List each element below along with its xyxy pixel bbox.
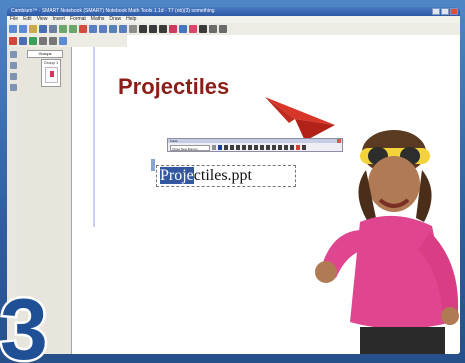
fill-icon[interactable] [209, 25, 217, 33]
menu-insert[interactable]: Insert [52, 16, 65, 23]
open-icon[interactable] [29, 25, 37, 33]
text-cursor-marker [151, 159, 155, 171]
whiteboard-page[interactable]: Projectiles Fonts Times New Roman Projec… [95, 47, 460, 354]
superscript-icon[interactable] [284, 145, 288, 150]
highlighter-icon[interactable] [179, 25, 187, 33]
unselected-text[interactable]: ctiles.ppt [194, 167, 252, 184]
print-icon[interactable] [49, 25, 57, 33]
maximize-button[interactable] [441, 8, 449, 15]
window-titlebar: Cambium™ · SMART Notebook (SMART) Notebo… [7, 7, 460, 16]
text-object[interactable]: Projectiles.ppt [156, 165, 296, 187]
link-icon[interactable] [59, 37, 67, 45]
save-icon[interactable] [39, 25, 47, 33]
application-window: Cambium™ · SMART Notebook (SMART) Notebo… [7, 7, 460, 354]
menu-bar: File Edit View Insert Format Maths Draw … [7, 16, 460, 23]
marker-green-icon[interactable] [29, 37, 37, 45]
redo-icon[interactable] [69, 25, 77, 33]
marker-blue-icon[interactable] [19, 37, 27, 45]
pen-icon[interactable] [139, 25, 147, 33]
close-button[interactable] [450, 8, 458, 15]
table-icon[interactable] [119, 25, 127, 33]
page-sorter-tab-icon[interactable] [9, 51, 17, 58]
slide-heading[interactable]: Projectiles [118, 74, 229, 100]
properties-icon[interactable] [219, 25, 227, 33]
screen-icon[interactable] [89, 25, 97, 33]
font-family-select[interactable]: Times New Roman [170, 144, 210, 151]
main-toolbar [7, 23, 460, 35]
marker-red-icon[interactable] [9, 37, 17, 45]
page-thumbnail[interactable] [45, 67, 58, 83]
undo-icon[interactable] [59, 25, 67, 33]
font-toolbar-controls: Times New Roman [170, 144, 306, 151]
camera-icon[interactable] [109, 25, 117, 33]
eraser-icon[interactable] [39, 37, 47, 45]
thumbnail-figure [50, 71, 54, 77]
group-label: Group 1 [43, 60, 59, 65]
gallery-tab-icon[interactable] [9, 62, 17, 69]
menu-format[interactable]: Format [70, 16, 86, 23]
menu-draw[interactable]: Draw [109, 16, 121, 23]
menu-file[interactable]: File [10, 16, 18, 23]
bullets-icon[interactable] [266, 145, 270, 150]
selected-text[interactable]: Proje [160, 167, 194, 184]
window-controls [432, 8, 458, 15]
strikethrough-icon[interactable] [242, 145, 246, 150]
display-icon[interactable] [99, 25, 107, 33]
menu-help[interactable]: Help [126, 16, 136, 23]
menu-view[interactable]: View [37, 16, 48, 23]
forward-icon[interactable] [19, 25, 27, 33]
align-left-icon[interactable] [248, 145, 252, 150]
font-size-icon[interactable] [212, 145, 216, 150]
step-number-badge: 3 [0, 283, 50, 363]
minimize-button[interactable] [432, 8, 440, 15]
back-icon[interactable] [9, 25, 17, 33]
capture-icon[interactable] [49, 37, 57, 45]
step-number: 3 [0, 283, 48, 363]
page-group[interactable]: Group 1 [41, 59, 61, 87]
secondary-toolbar [7, 35, 127, 47]
attachments-tab-icon[interactable] [9, 73, 17, 80]
cursor-icon[interactable] [129, 25, 137, 33]
line-icon[interactable] [159, 25, 167, 33]
align-right-icon[interactable] [260, 145, 264, 150]
outdent-icon[interactable] [278, 145, 282, 150]
shape-icon[interactable] [189, 25, 197, 33]
indent-icon[interactable] [272, 145, 276, 150]
italic-icon[interactable] [230, 145, 234, 150]
menu-maths[interactable]: Maths [91, 16, 105, 23]
creative-pen-icon[interactable] [149, 25, 157, 33]
delete-icon[interactable] [79, 25, 87, 33]
underline-icon[interactable] [236, 145, 240, 150]
bold-icon[interactable] [224, 145, 228, 150]
text-color-icon[interactable] [218, 145, 222, 150]
sorter-tab-groups[interactable]: Groups [27, 50, 63, 58]
align-center-icon[interactable] [254, 145, 258, 150]
menu-edit[interactable]: Edit [23, 16, 32, 23]
child-photo[interactable] [290, 122, 460, 354]
magic-pen-icon[interactable] [169, 25, 177, 33]
properties-tab-icon[interactable] [9, 84, 17, 91]
window-title: Cambium™ · SMART Notebook (SMART) Notebo… [11, 8, 215, 14]
text-icon[interactable] [199, 25, 207, 33]
